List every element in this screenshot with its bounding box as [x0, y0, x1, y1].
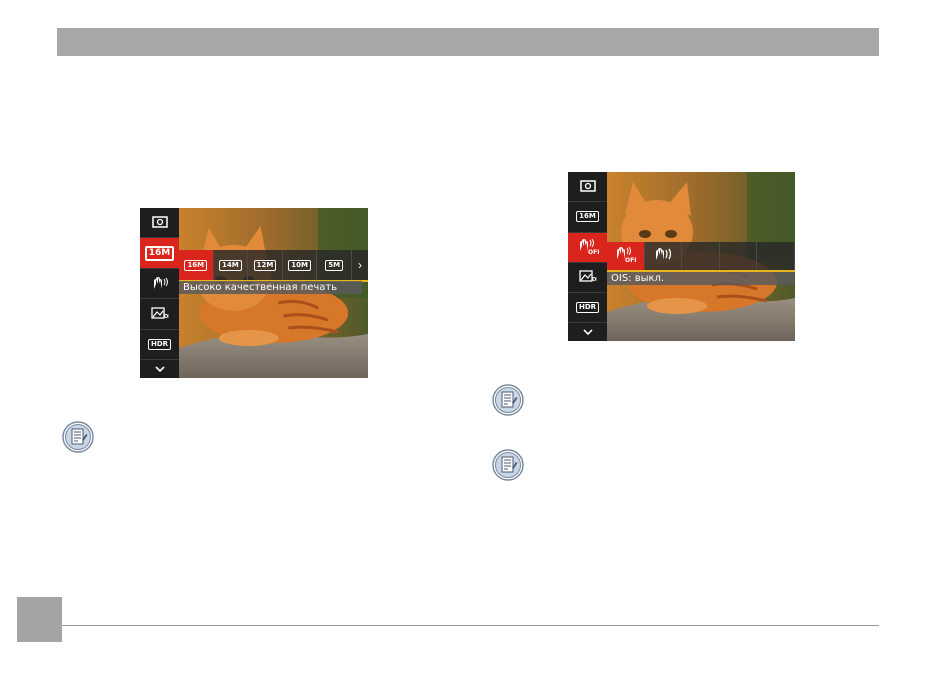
- size-12m-icon: 12M: [253, 259, 277, 271]
- ois-off-icon: OFF: [577, 237, 601, 257]
- option-14m[interactable]: 14M: [214, 250, 249, 280]
- hdr-menu-item[interactable]: HDR: [568, 293, 607, 324]
- svg-text:OFF: OFF: [625, 257, 636, 263]
- metering-icon: [579, 179, 596, 194]
- option-empty: [757, 242, 795, 270]
- camera-screen-image-size: 16M OFF HDR 16M: [140, 208, 368, 378]
- size-5m-icon: 5M: [325, 259, 344, 271]
- chevron-right-icon[interactable]: ›: [352, 250, 368, 280]
- side-menu: 16M OFF HDR: [140, 208, 179, 378]
- option-caption: Высоко качественная печать: [179, 281, 362, 294]
- more-menu-item[interactable]: [568, 323, 607, 341]
- ois-icon: [151, 276, 169, 292]
- note-icon: [62, 421, 94, 453]
- image-size-menu-item[interactable]: 16M: [140, 238, 179, 269]
- manual-page: 16M OFF HDR 16M: [0, 0, 935, 680]
- ois-options: OFF: [607, 242, 795, 272]
- chevron-down-icon: [154, 364, 165, 374]
- option-caption: OIS: выкл.: [607, 272, 794, 285]
- note-icon: [492, 384, 524, 416]
- ois-on-icon: [652, 246, 674, 267]
- more-menu-item[interactable]: [140, 360, 179, 378]
- footer-divider: [62, 625, 879, 626]
- scene-menu-item[interactable]: OFF: [140, 299, 179, 330]
- svg-text:OFF: OFF: [592, 277, 597, 282]
- svg-text:OFF: OFF: [164, 314, 169, 319]
- metering-menu-item[interactable]: [568, 172, 607, 203]
- scene-icon: OFF: [578, 270, 603, 284]
- section-header-bar: [57, 28, 879, 56]
- size-10m-icon: 10M: [288, 259, 311, 271]
- hdr-menu-item[interactable]: HDR: [140, 330, 179, 361]
- svg-text:OFF: OFF: [588, 249, 599, 255]
- option-ois-off[interactable]: OFF: [607, 242, 645, 270]
- side-menu: 16M OFF OFF HDR: [568, 172, 607, 341]
- option-ois-on[interactable]: [645, 242, 683, 270]
- image-size-icon: 16M: [144, 245, 175, 261]
- option-16m[interactable]: 16M: [179, 250, 214, 280]
- option-10m[interactable]: 10M: [283, 250, 318, 280]
- ois-off-icon: OFF: [614, 245, 639, 268]
- ois-menu-item[interactable]: [140, 269, 179, 300]
- hdr-icon: HDR: [147, 339, 172, 351]
- option-empty: [682, 242, 720, 270]
- option-5m[interactable]: 5M: [317, 250, 352, 280]
- ois-menu-item[interactable]: OFF: [568, 232, 607, 263]
- option-12m[interactable]: 12M: [248, 250, 283, 280]
- size-16m-icon: 16M: [184, 259, 208, 271]
- camera-screen-ois: 16M OFF OFF HDR: [568, 172, 795, 341]
- metering-icon: [151, 215, 168, 230]
- metering-menu-item[interactable]: [140, 208, 179, 239]
- image-size-menu-item[interactable]: 16M: [568, 202, 607, 233]
- hdr-icon: HDR: [575, 302, 600, 314]
- option-empty: [720, 242, 758, 270]
- image-size-icon: 16M: [576, 211, 599, 223]
- scene-icon: OFF: [150, 307, 175, 321]
- note-icon: [492, 449, 524, 481]
- image-size-options: 16M 14M 12M 10M 5M ›: [179, 250, 368, 282]
- scene-menu-item[interactable]: OFF: [568, 263, 607, 294]
- size-14m-icon: 14M: [219, 259, 242, 271]
- page-number-block: [17, 597, 62, 642]
- chevron-down-icon: [582, 327, 593, 337]
